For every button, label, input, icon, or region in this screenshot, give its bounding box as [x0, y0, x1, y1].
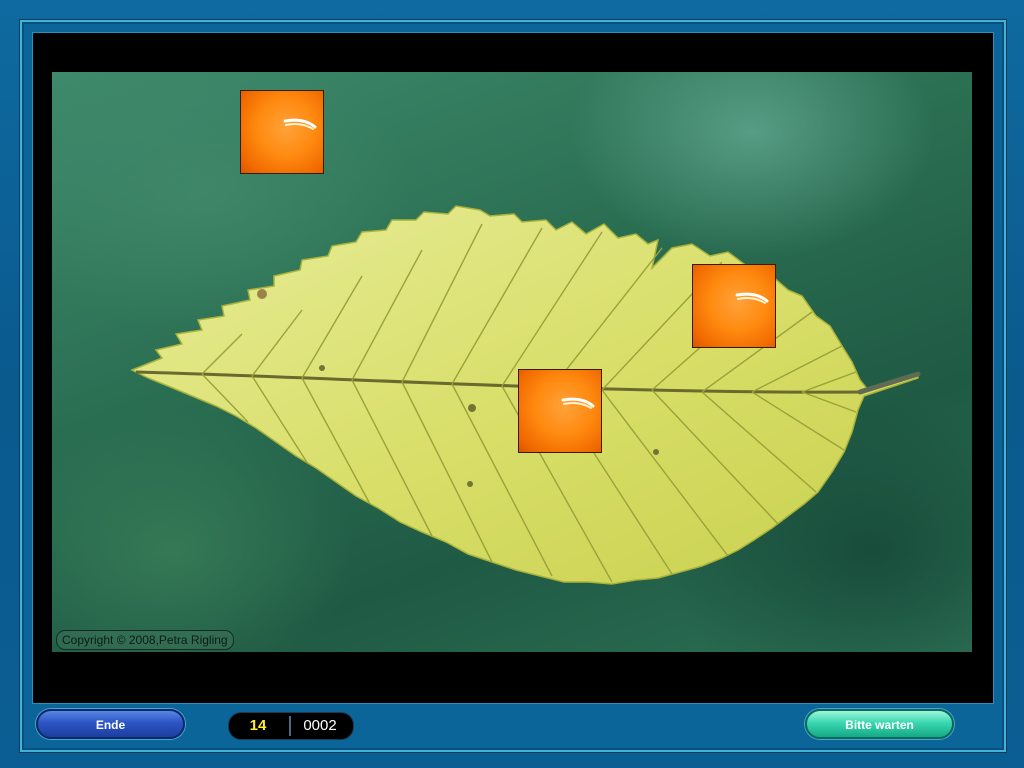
- leaf-illustration: [130, 205, 921, 585]
- cover-tile[interactable]: [240, 90, 324, 174]
- cover-tile[interactable]: [692, 264, 776, 348]
- wait-button[interactable]: Bitte warten: [805, 709, 954, 739]
- end-button[interactable]: Ende: [36, 709, 185, 739]
- counter-left-value: 14: [249, 717, 267, 734]
- tile-shine-icon: [735, 292, 769, 304]
- tile-shine-icon: [283, 118, 317, 130]
- game-window: Copyright © 2008,Petra Rigling Ende 14 0…: [0, 0, 1024, 768]
- leaf-photo: [52, 72, 972, 652]
- counter-right-value: 0002: [303, 717, 337, 734]
- tile-shine-icon: [561, 397, 595, 409]
- score-counter: 14 0002: [228, 712, 354, 740]
- copyright-label: Copyright © 2008,Petra Rigling: [56, 630, 234, 650]
- cover-tile[interactable]: [518, 369, 602, 453]
